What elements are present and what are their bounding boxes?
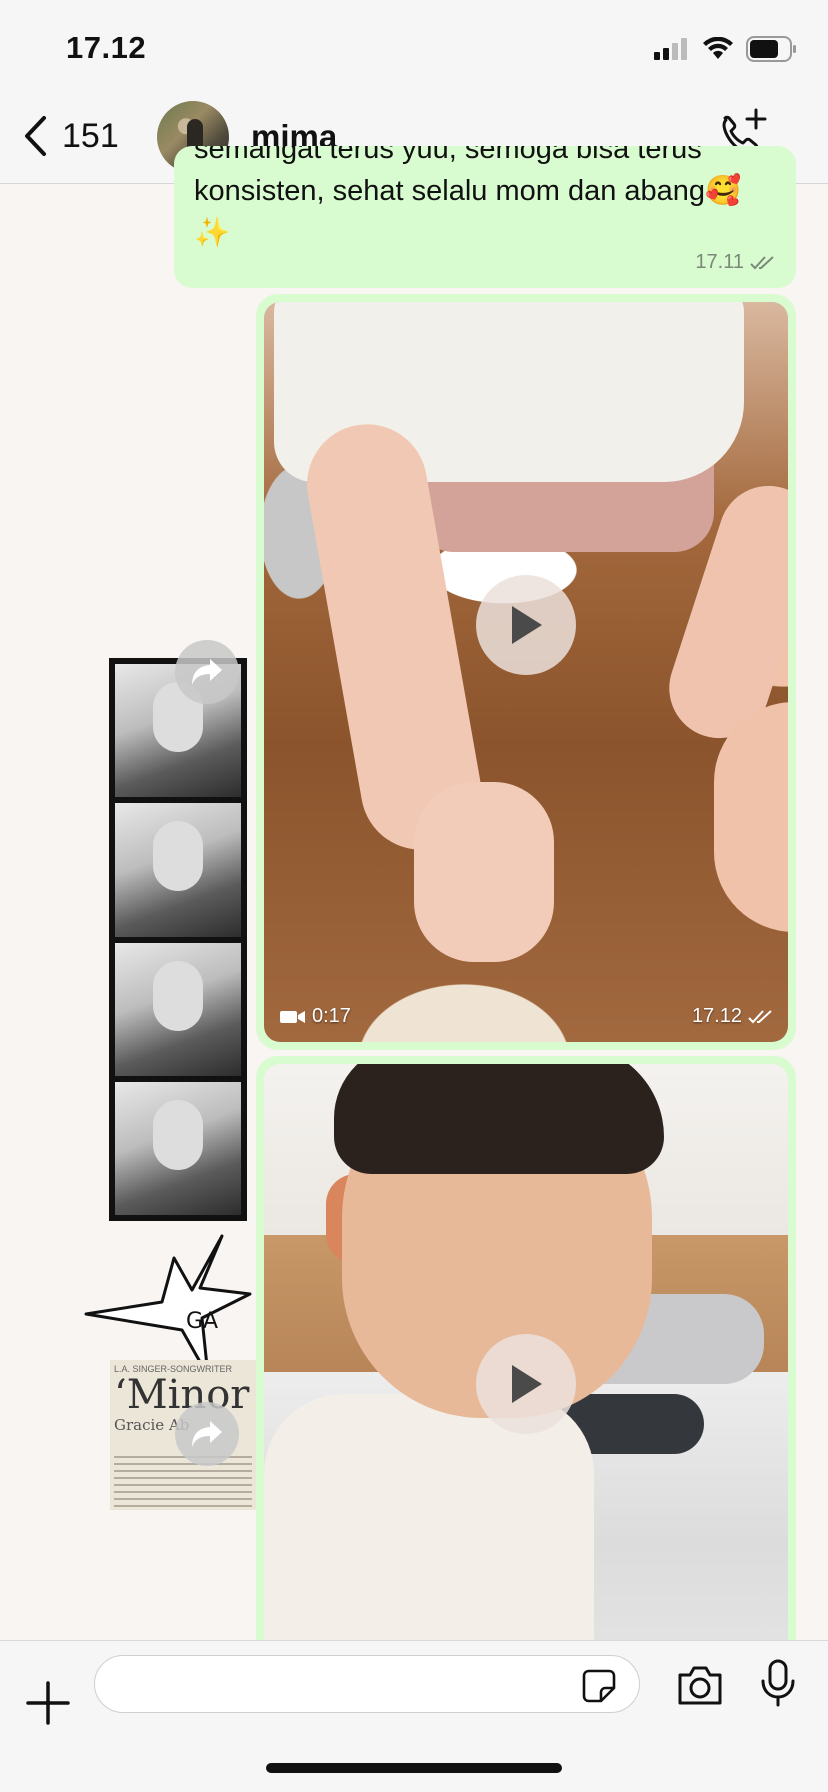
play-icon xyxy=(512,606,542,644)
message-input[interactable] xyxy=(115,1656,575,1712)
battery-icon xyxy=(746,36,796,62)
message-time: 17.11 xyxy=(695,251,744,273)
video-duration: 0:17 xyxy=(312,1005,351,1027)
video-camera-icon xyxy=(280,1010,305,1023)
status-icons xyxy=(654,34,798,64)
message-text-partial: semangat terus yuu, semoga bisa terus xyxy=(194,146,702,165)
photostrip-photo xyxy=(115,1081,241,1215)
double-check-icon xyxy=(750,255,774,269)
thumbnail-shape xyxy=(334,1064,664,1174)
video-message[interactable]: 0:17 17.12 xyxy=(256,294,796,1050)
play-button[interactable] xyxy=(476,1334,576,1434)
photostrip-sticker[interactable] xyxy=(109,658,247,1221)
double-check-icon xyxy=(748,1009,772,1023)
message-input-container[interactable] xyxy=(94,1655,640,1713)
message-time: 17.12 xyxy=(691,1005,742,1027)
unread-count: 151 xyxy=(62,116,119,155)
microphone-icon[interactable] xyxy=(760,1659,796,1707)
photostrip-photo xyxy=(115,803,241,937)
back-chevron-icon xyxy=(25,116,46,156)
video-duration-badge: 0:17 xyxy=(280,1005,351,1028)
newspaper-title: ‘Minor xyxy=(114,1372,250,1418)
play-icon xyxy=(512,1365,542,1403)
play-button[interactable] xyxy=(476,575,576,675)
chat-screen: 17.12 151 mima semangat terus yuu, semog… xyxy=(0,0,828,1792)
star-sticker[interactable]: GA xyxy=(82,1230,254,1380)
message-text-end: ✨ xyxy=(194,217,231,249)
forward-icon xyxy=(192,1421,222,1447)
message-bubble-text[interactable]: semangat terus yuu, semoga bisa terus ko… xyxy=(174,146,796,288)
wifi-icon xyxy=(703,37,733,59)
message-text: semangat terus yuu, semoga bisa terus ko… xyxy=(194,146,784,254)
thumbnail-shape xyxy=(414,782,554,962)
video-meta: 17.12 xyxy=(692,1005,774,1028)
message-meta: 17.11 xyxy=(695,251,776,274)
back-button[interactable]: 151 xyxy=(22,108,119,164)
plus-icon[interactable] xyxy=(26,1681,70,1725)
forward-button[interactable] xyxy=(175,1402,239,1466)
status-bar: 17.12 xyxy=(0,0,828,90)
newspaper-body xyxy=(114,1456,252,1508)
status-time: 17.12 xyxy=(66,30,147,65)
sticker-icon[interactable] xyxy=(581,1668,617,1704)
signal-icon xyxy=(654,38,687,60)
star-sticker-text: GA xyxy=(186,1309,218,1334)
photostrip-photo xyxy=(115,942,241,1076)
video-thumbnail[interactable]: 0:17 17.12 xyxy=(264,302,788,1042)
home-indicator[interactable] xyxy=(266,1763,562,1773)
forward-button[interactable] xyxy=(175,640,239,704)
message-text-line: konsisten, sehat selalu mom dan abang🥰 xyxy=(194,175,742,207)
camera-icon[interactable] xyxy=(676,1663,724,1707)
forward-icon xyxy=(192,659,222,685)
